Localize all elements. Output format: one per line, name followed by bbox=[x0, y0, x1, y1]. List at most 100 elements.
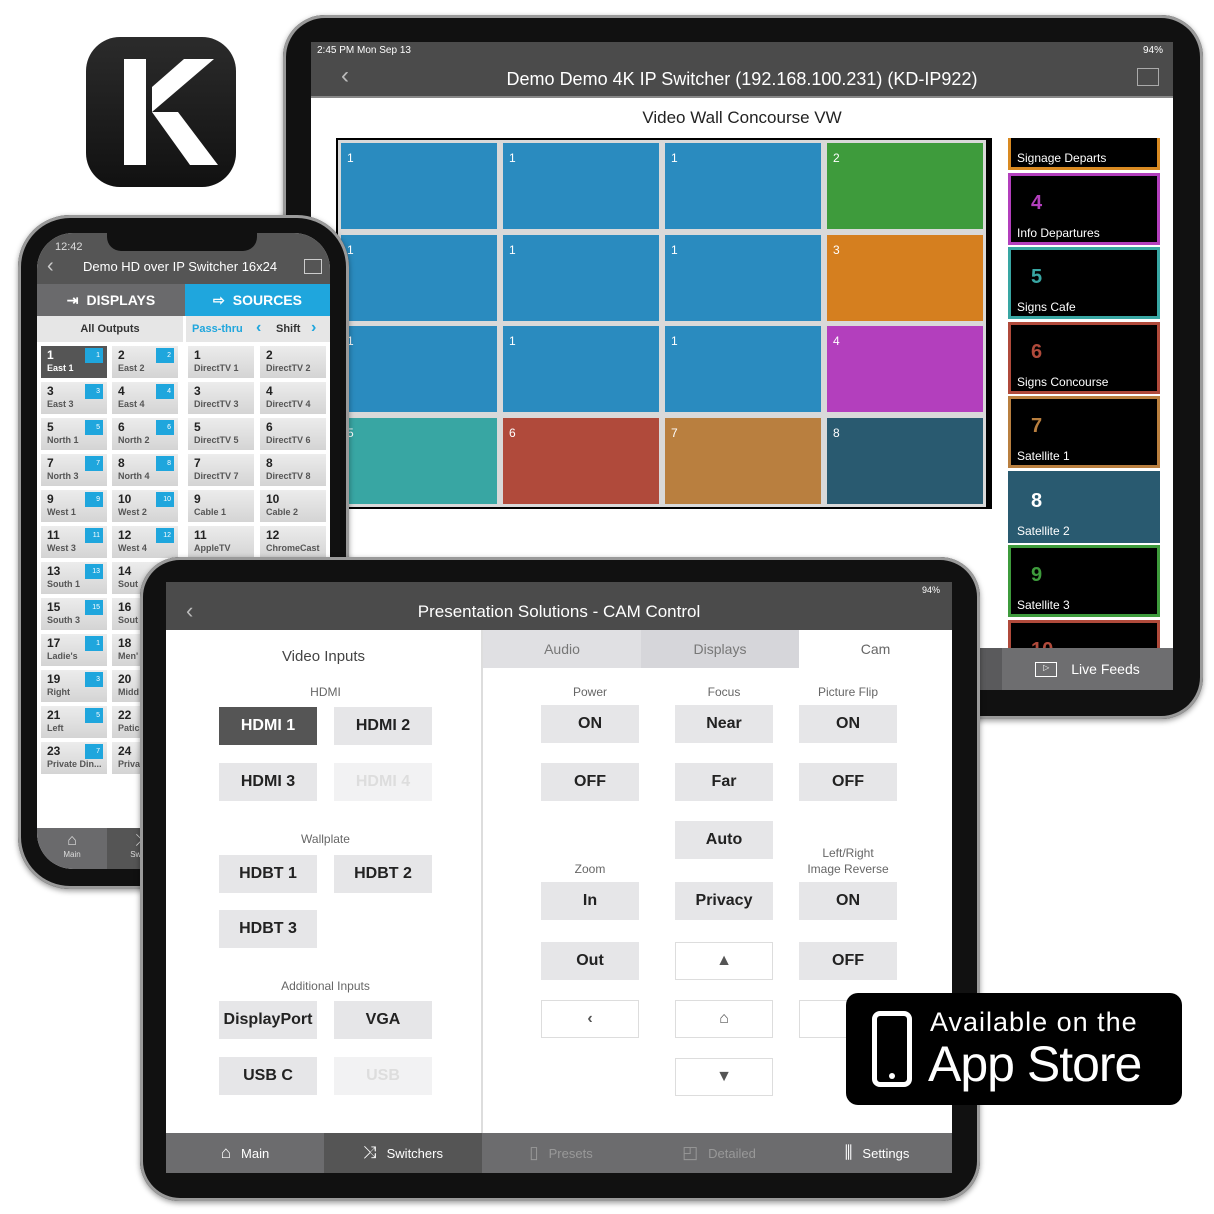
focus-auto-button[interactable]: Auto bbox=[675, 821, 773, 859]
shift-left-icon[interactable]: ‹ bbox=[256, 319, 261, 337]
source-item[interactable]: 7 Satellite 1 bbox=[1008, 396, 1160, 468]
tab-sources[interactable]: ⇨ SOURCES bbox=[185, 284, 330, 316]
display-output[interactable]: 3 East 33 bbox=[41, 382, 107, 414]
wall-cell[interactable]: 1 bbox=[338, 323, 500, 415]
tab-displays[interactable]: Displays bbox=[641, 630, 799, 668]
reverse-off-button[interactable]: OFF bbox=[799, 942, 897, 980]
power-on-button[interactable]: ON bbox=[541, 705, 639, 743]
flip-on-button[interactable]: ON bbox=[799, 705, 897, 743]
app-store-badge[interactable]: Available on the App Store bbox=[846, 993, 1182, 1105]
usb-button[interactable]: USB bbox=[334, 1057, 432, 1095]
toolbar-switchers[interactable]: ⤨ Switchers bbox=[324, 1133, 482, 1173]
source-item[interactable]: 6 Signs Concourse bbox=[1008, 321, 1160, 394]
display-output[interactable]: 10 West 2 10 bbox=[112, 490, 178, 522]
focus-far-button[interactable]: Far bbox=[675, 763, 773, 801]
wall-cell[interactable]: 4 bbox=[824, 323, 986, 415]
focus-near-button[interactable]: Near bbox=[675, 705, 773, 743]
hdmi-1-button[interactable]: HDMI 1 bbox=[219, 707, 317, 745]
wall-cell[interactable]: 3 bbox=[824, 232, 986, 324]
hdbt-2-button[interactable]: HDBT 2 bbox=[334, 855, 432, 893]
hdmi-2-button[interactable]: HDMI 2 bbox=[334, 707, 432, 745]
display-output[interactable]: 17 Ladie's 1 bbox=[41, 634, 107, 666]
wall-cell[interactable]: 1 bbox=[500, 232, 662, 324]
source-button[interactable]: 2 DirectTV 2 bbox=[260, 346, 326, 378]
source-item[interactable]: 9 Satellite 3 bbox=[1008, 545, 1160, 617]
source-button[interactable]: 9 Cable 1 bbox=[188, 490, 254, 522]
back-icon[interactable]: ‹ bbox=[47, 255, 54, 278]
wall-cell[interactable]: 1 bbox=[500, 140, 662, 232]
hdmi-4-button[interactable]: HDMI 4 bbox=[334, 763, 432, 801]
shift-right-icon[interactable]: › bbox=[311, 319, 316, 337]
tab-audio[interactable]: Audio bbox=[483, 630, 641, 668]
source-button[interactable]: 6 DirectTV 6 bbox=[260, 418, 326, 450]
display-output[interactable]: 21 Left 5 bbox=[41, 706, 107, 738]
usb-c-button[interactable]: USB C bbox=[219, 1057, 317, 1095]
reverse-on-button[interactable]: ON bbox=[799, 882, 897, 920]
source-button[interactable]: 10 Cable 2 bbox=[260, 490, 326, 522]
power-off-button[interactable]: OFF bbox=[541, 763, 639, 801]
pan-up-icon[interactable]: ▲ bbox=[675, 942, 773, 980]
add-favorite-icon[interactable] bbox=[1137, 68, 1159, 86]
display-output[interactable]: 2 East 22 bbox=[112, 346, 178, 378]
source-button[interactable]: 5 DirectTV 5 bbox=[188, 418, 254, 450]
display-output[interactable]: 4 East 44 bbox=[112, 382, 178, 414]
source-button[interactable]: 8 DirectTV 8 bbox=[260, 454, 326, 486]
wall-cell[interactable]: 2 bbox=[824, 140, 986, 232]
toolbar-detailed[interactable]: ◰ Detailed bbox=[640, 1133, 798, 1173]
source-button[interactable]: 4 DirectTV 4 bbox=[260, 382, 326, 414]
source-button[interactable]: 7 DirectTV 7 bbox=[188, 454, 254, 486]
display-output[interactable]: 5 North 15 bbox=[41, 418, 107, 450]
display-output[interactable]: 1 East 11 bbox=[41, 346, 107, 378]
display-output[interactable]: 19 Right 3 bbox=[41, 670, 107, 702]
wall-cell[interactable]: 1 bbox=[662, 323, 824, 415]
source-button[interactable]: 11 AppleTV bbox=[188, 526, 254, 558]
source-item[interactable]: 5 Signs Cafe bbox=[1008, 247, 1160, 319]
wall-cell[interactable]: 1 bbox=[500, 323, 662, 415]
display-output[interactable]: 7 North 37 bbox=[41, 454, 107, 486]
toolbar-main[interactable]: ⌂ Main bbox=[166, 1133, 324, 1173]
display-output[interactable]: 6 North 26 bbox=[112, 418, 178, 450]
add-favorite-icon[interactable] bbox=[304, 259, 322, 274]
source-item[interactable]: 4 Info Departures bbox=[1008, 172, 1160, 245]
display-output[interactable]: 9 West 19 bbox=[41, 490, 107, 522]
wall-cell[interactable]: 1 bbox=[662, 232, 824, 324]
hdbt-3-button[interactable]: HDBT 3 bbox=[219, 910, 317, 948]
wall-cell[interactable]: 5 bbox=[338, 415, 500, 507]
wall-cell[interactable]: 1 bbox=[338, 232, 500, 324]
hdbt-1-button[interactable]: HDBT 1 bbox=[219, 855, 317, 893]
wall-cell[interactable]: 8 bbox=[824, 415, 986, 507]
source-item[interactable]: 8 Satellite 2 bbox=[1008, 470, 1160, 543]
wall-cell[interactable]: 6 bbox=[500, 415, 662, 507]
display-output[interactable]: 15 South 3 15 bbox=[41, 598, 107, 630]
toolbar-settings[interactable]: ⫼ Settings bbox=[798, 1133, 952, 1173]
display-output[interactable]: 11 West 3 11 bbox=[41, 526, 107, 558]
tab-cam[interactable]: Cam bbox=[799, 630, 952, 668]
source-button[interactable]: 1 DirectTV 1 bbox=[188, 346, 254, 378]
source-button[interactable]: 12 ChromeCast bbox=[260, 526, 326, 558]
privacy-button[interactable]: Privacy bbox=[675, 882, 773, 920]
wall-cell[interactable]: 1 bbox=[338, 140, 500, 232]
wall-cell[interactable]: 7 bbox=[662, 415, 824, 507]
wall-cell[interactable]: 1 bbox=[662, 140, 824, 232]
displayport-button[interactable]: DisplayPort bbox=[219, 1001, 317, 1039]
zoom-in-button[interactable]: In bbox=[541, 882, 639, 920]
hdmi-3-button[interactable]: HDMI 3 bbox=[219, 763, 317, 801]
pass-thru-button[interactable]: Pass-thru bbox=[192, 323, 243, 335]
source-item[interactable]: 10 bbox=[1008, 619, 1160, 648]
vga-button[interactable]: VGA bbox=[334, 1001, 432, 1039]
pan-down-icon[interactable]: ▼ bbox=[675, 1058, 773, 1096]
display-output[interactable]: 12 West 4 12 bbox=[112, 526, 178, 558]
pan-left-icon[interactable]: ‹ bbox=[541, 1000, 639, 1038]
flip-off-button[interactable]: OFF bbox=[799, 763, 897, 801]
source-item[interactable]: Signage Departs bbox=[1008, 138, 1160, 170]
tab-displays[interactable]: ⇥ DISPLAYS bbox=[37, 284, 185, 316]
zoom-out-button[interactable]: Out bbox=[541, 942, 639, 980]
display-output[interactable]: 8 North 48 bbox=[112, 454, 178, 486]
source-button[interactable]: 3 DirectTV 3 bbox=[188, 382, 254, 414]
toolbar-presets[interactable]: ▯ Presets bbox=[482, 1133, 640, 1173]
display-output[interactable]: 13 South 1 13 bbox=[41, 562, 107, 594]
display-output[interactable]: 23 Private Din... 7 bbox=[41, 742, 107, 774]
nav-main[interactable]: ⌂ Main bbox=[37, 828, 107, 869]
live-feeds-button[interactable]: ▷ Live Feeds bbox=[1002, 648, 1173, 690]
home-position-icon[interactable]: ⌂ bbox=[675, 1000, 773, 1038]
